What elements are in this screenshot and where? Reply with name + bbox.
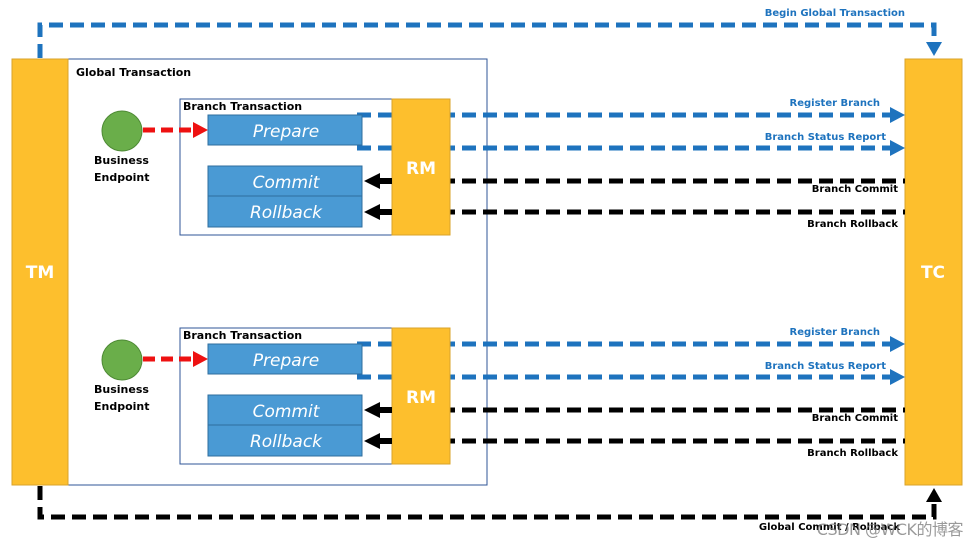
business-endpoint-icon bbox=[101, 339, 143, 381]
tm-label: TM bbox=[26, 263, 55, 283]
arrow-shaft bbox=[378, 407, 392, 413]
business-endpoint-icon bbox=[101, 110, 143, 152]
arrow-shaft bbox=[378, 178, 392, 184]
register-label: Register Branch bbox=[790, 98, 880, 109]
tc-label: TC bbox=[921, 263, 945, 283]
rm-label: RM bbox=[406, 159, 436, 179]
rm-label: RM bbox=[406, 388, 436, 408]
global-commit-arrow bbox=[37, 486, 942, 520]
commit-label: Commit bbox=[253, 173, 321, 193]
arrow-head-icon bbox=[926, 488, 942, 502]
endpoint-label: Business bbox=[94, 154, 149, 167]
status-report-label: Branch Status Report bbox=[765, 132, 886, 143]
seata-transaction-diagram: Begin Global Transaction Global Commit /… bbox=[11, 8, 963, 533]
begin-global-label: Begin Global Transaction bbox=[765, 8, 905, 19]
global-transaction-label: Global Transaction bbox=[76, 66, 191, 79]
commit-label: Commit bbox=[253, 402, 321, 422]
arrow-shaft bbox=[378, 209, 392, 215]
arrow-head-icon bbox=[890, 140, 905, 156]
prepare-label: Prepare bbox=[253, 351, 319, 371]
prepare-label: Prepare bbox=[253, 122, 319, 142]
rollback-label: Rollback bbox=[250, 203, 323, 223]
branch-rollback-label: Branch Rollback bbox=[807, 448, 898, 459]
endpoint-label: Endpoint bbox=[94, 400, 150, 413]
arrow-head-icon bbox=[890, 336, 905, 352]
begin-global-arrow bbox=[37, 22, 942, 58]
arrow-head-icon bbox=[890, 107, 905, 123]
watermark: CSDN @WCK的博客 bbox=[816, 520, 964, 539]
rollback-label: Rollback bbox=[250, 432, 323, 452]
register-label: Register Branch bbox=[790, 327, 880, 338]
branch-title: Branch Transaction bbox=[183, 100, 302, 113]
endpoint-label: Business bbox=[94, 383, 149, 396]
arrow-shaft bbox=[378, 438, 392, 444]
endpoint-label: Endpoint bbox=[94, 171, 150, 184]
branch-transaction-1: Branch Transaction Business Endpoint Pre… bbox=[94, 98, 905, 236]
branch-commit-label: Branch Commit bbox=[812, 413, 898, 424]
status-report-label: Branch Status Report bbox=[765, 361, 886, 372]
arrow-head-icon bbox=[926, 42, 942, 56]
arrow-head-icon bbox=[890, 369, 905, 385]
branch-rollback-label: Branch Rollback bbox=[807, 219, 898, 230]
branch-title: Branch Transaction bbox=[183, 329, 302, 342]
branch-commit-label: Branch Commit bbox=[812, 184, 898, 195]
branch-transaction-2: Branch Transaction Business Endpoint Pre… bbox=[94, 327, 905, 465]
